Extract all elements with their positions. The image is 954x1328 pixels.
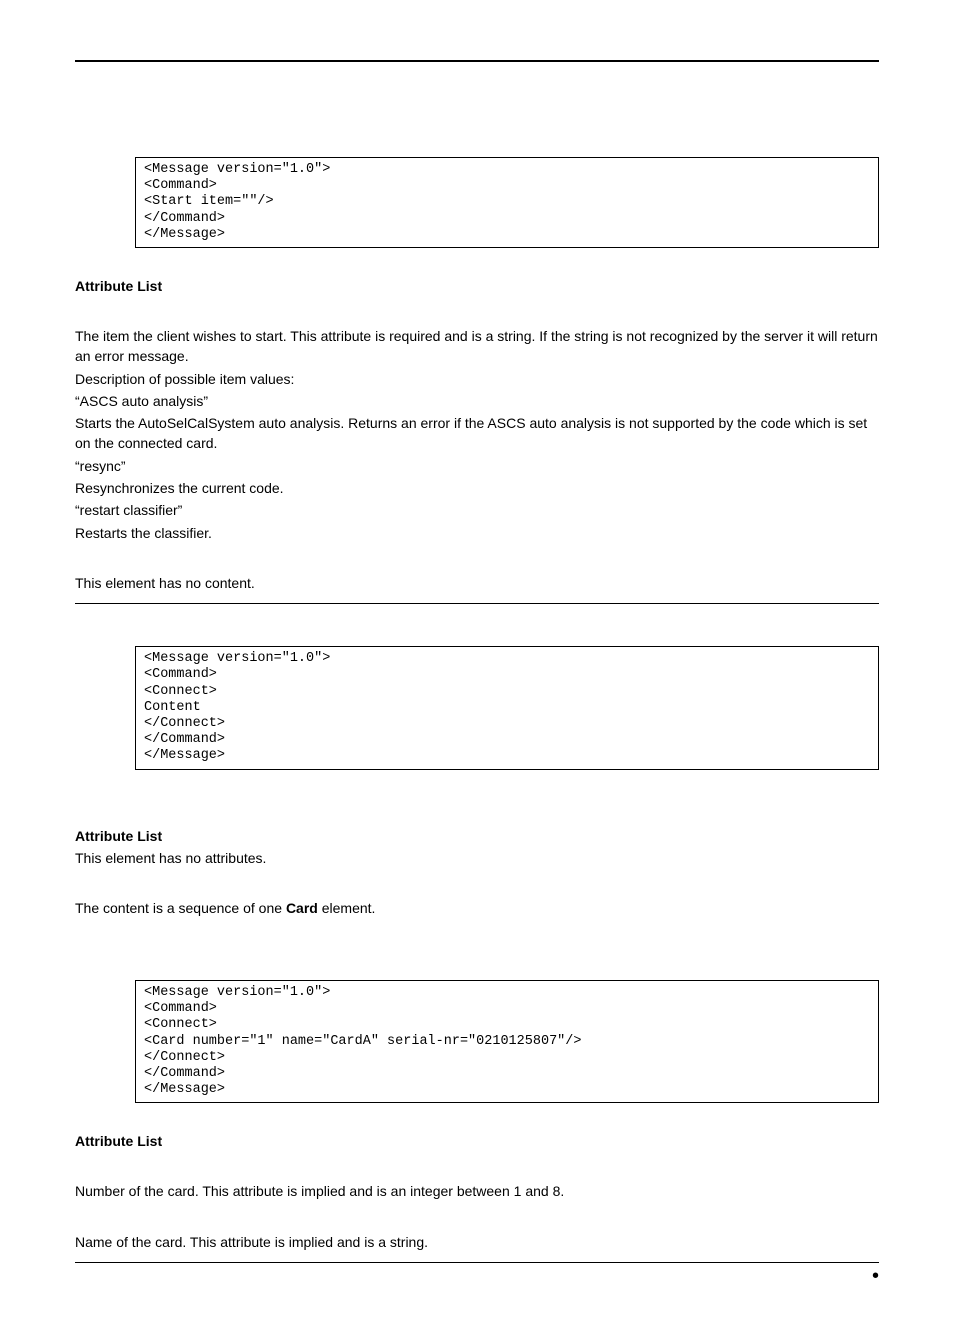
- heading-attribute-list: Attribute List: [75, 828, 879, 844]
- body-text: Resynchronizes the current code.: [75, 478, 879, 498]
- heading-attribute-list: Attribute List: [75, 278, 879, 294]
- header-rule: [75, 60, 879, 62]
- heading-attribute-list: Attribute List: [75, 1133, 879, 1149]
- body-text: “ASCS auto analysis”: [75, 391, 879, 411]
- code-block-start: <Message version="1.0"> <Command> <Start…: [135, 157, 879, 248]
- code-block-card: <Message version="1.0"> <Command> <Conne…: [135, 980, 879, 1103]
- code-block-connect: <Message version="1.0"> <Command> <Conne…: [135, 646, 879, 769]
- body-text: This element has no content.: [75, 573, 879, 593]
- section-rule: [75, 1262, 879, 1263]
- body-text: “resync”: [75, 456, 879, 476]
- text-fragment: element.: [318, 900, 376, 916]
- body-text: The content is a sequence of one Card el…: [75, 898, 879, 918]
- body-text: Restarts the classifier.: [75, 523, 879, 543]
- body-text: “restart classifier”: [75, 500, 879, 520]
- body-text: Starts the AutoSelCalSystem auto analysi…: [75, 413, 879, 454]
- text-fragment: The content is a sequence of one: [75, 900, 286, 916]
- body-text: Description of possible item values:: [75, 369, 879, 389]
- document-page: <Message version="1.0"> <Command> <Start…: [0, 0, 954, 1328]
- body-text: This element has no attributes.: [75, 848, 879, 868]
- body-text: Number of the card. This attribute is im…: [75, 1181, 879, 1201]
- footer-bullet: •: [75, 1265, 879, 1288]
- text-bold-card: Card: [286, 900, 318, 916]
- body-text: The item the client wishes to start. Thi…: [75, 326, 879, 367]
